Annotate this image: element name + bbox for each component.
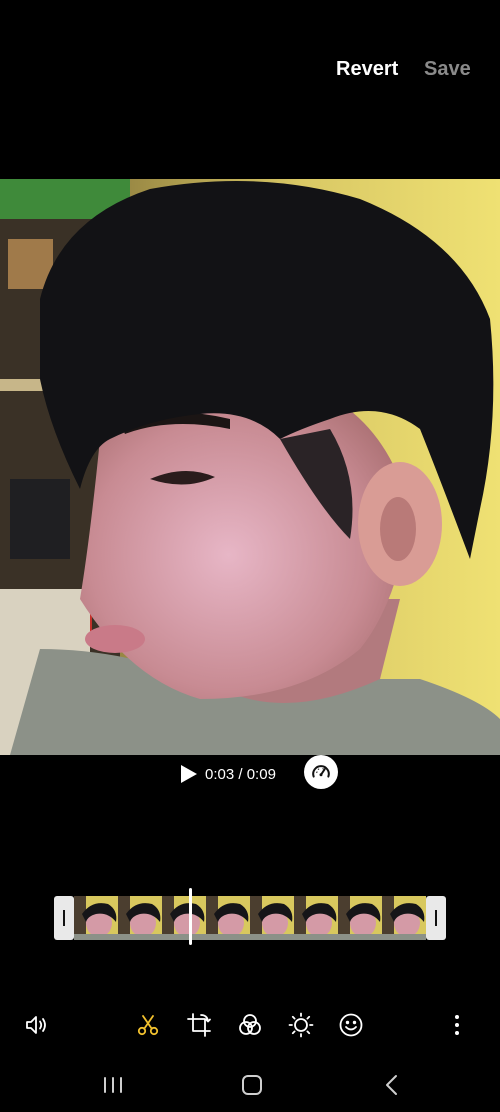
smiley-icon[interactable] xyxy=(338,1012,364,1038)
speaker-icon[interactable] xyxy=(24,1012,50,1038)
timeline-frame xyxy=(338,896,382,940)
back-icon[interactable] xyxy=(379,1072,405,1098)
timeline-frame xyxy=(294,896,338,940)
total-duration: 0:09 xyxy=(246,766,276,783)
trim-handle-left[interactable] xyxy=(54,896,74,940)
system-navigation-bar xyxy=(0,1058,500,1112)
timeline-frame xyxy=(206,896,250,940)
timeline-frame xyxy=(118,896,162,940)
filters-icon[interactable] xyxy=(237,1012,263,1038)
crop-rotate-icon[interactable] xyxy=(186,1012,212,1038)
timeline-frame xyxy=(162,896,206,940)
brightness-icon[interactable] xyxy=(288,1012,314,1038)
video-preview[interactable] xyxy=(0,179,500,755)
more-vertical-icon[interactable] xyxy=(444,1012,470,1038)
revert-button[interactable]: Revert xyxy=(336,58,398,81)
speedometer-icon xyxy=(312,765,330,778)
trim-handle-right[interactable] xyxy=(426,896,446,940)
edit-toolbar xyxy=(0,1004,500,1044)
time-separator: / xyxy=(234,766,247,783)
recent-apps-icon[interactable] xyxy=(100,1072,126,1098)
home-icon[interactable] xyxy=(239,1072,265,1098)
playhead[interactable] xyxy=(189,888,192,945)
play-icon[interactable] xyxy=(178,763,200,785)
timeline-frame xyxy=(250,896,294,940)
top-bar: Revert Save xyxy=(0,0,500,140)
timeline-frame xyxy=(382,896,426,940)
trim-timeline[interactable] xyxy=(54,896,446,940)
save-button[interactable]: Save xyxy=(424,58,471,81)
frame-strip xyxy=(74,896,426,940)
video-frame-image xyxy=(0,179,500,755)
playback-speed-button[interactable] xyxy=(304,755,338,789)
scissors-icon[interactable] xyxy=(135,1012,161,1038)
playback-time: 0:03 / 0:09 xyxy=(205,766,276,783)
timeline-frame xyxy=(74,896,118,940)
current-time: 0:03 xyxy=(205,766,235,783)
playback-controls: 0:03 / 0:09 xyxy=(0,755,500,795)
